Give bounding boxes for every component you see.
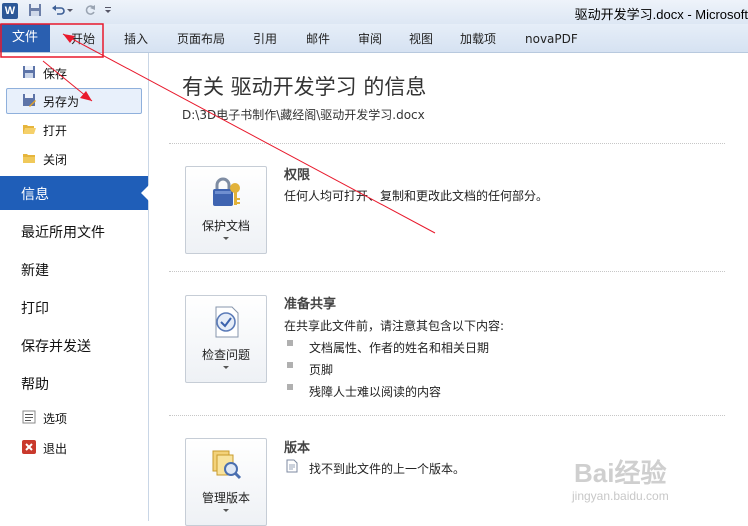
chevron-down-icon (223, 509, 229, 512)
nav-open[interactable]: 打开 (0, 118, 148, 142)
chevron-down-icon (223, 366, 229, 369)
tab-addins[interactable]: 加载项 (460, 30, 496, 48)
ribbon-tabs: 文件 开始 插入 页面布局 引用 邮件 审阅 视图 加载项 novaPDF (0, 24, 748, 53)
divider (169, 271, 725, 272)
bullet-icon (287, 362, 293, 368)
nav-open-label: 打开 (43, 124, 68, 138)
word-app-icon[interactable]: W (2, 3, 18, 19)
watermark-sub: jingyan.baidu.com (572, 489, 669, 503)
tab-home[interactable]: 开始 (71, 30, 95, 48)
redo-icon[interactable] (82, 3, 98, 19)
bullet-icon (287, 384, 293, 390)
document-history-icon (285, 459, 299, 473)
tab-mailings[interactable]: 邮件 (306, 30, 330, 48)
nav-options[interactable]: 选项 (0, 406, 148, 430)
save-as-icon (22, 93, 36, 107)
nav-options-label: 选项 (43, 412, 68, 426)
prepare-bullet: 文档属性、作者的姓名和相关日期 (309, 341, 490, 355)
nav-save[interactable]: 保存 (0, 61, 148, 85)
watermark-main: Bai经验 (574, 458, 667, 488)
permissions-title: 权限 (284, 168, 311, 183)
nav-new-label: 新建 (21, 263, 49, 279)
nav-save-as-label: 另存为 (43, 95, 80, 109)
nav-exit[interactable]: 退出 (0, 436, 148, 460)
nav-save-label: 保存 (43, 67, 68, 81)
nav-print[interactable]: 打印 (0, 290, 148, 324)
nav-print-label: 打印 (21, 301, 49, 317)
info-panel: 有关 驱动开发学习 的信息 D:\3D电子书制作\藏经阁\驱动开发学习.docx… (149, 53, 748, 526)
undo-dropdown-icon[interactable] (66, 3, 74, 19)
nav-close-label: 关闭 (43, 153, 68, 167)
versions-icon (208, 447, 244, 483)
lock-key-icon (208, 175, 244, 211)
prepare-bullet: 页脚 (309, 363, 334, 377)
baidu-jingyan-watermark: Bai经验 jingyan.baidu.com (562, 453, 738, 509)
nav-save-send[interactable]: 保存并发送 (0, 328, 148, 362)
nav-recent-label: 最近所用文件 (21, 225, 105, 241)
tab-insert[interactable]: 插入 (124, 30, 148, 48)
protect-document-label: 保护文档 (201, 219, 250, 233)
title-bar: W 驱动开发学习.docx - Microsoft (0, 0, 748, 24)
open-folder-icon (22, 122, 36, 136)
tab-novapdf[interactable]: novaPDF (525, 30, 578, 48)
undo-icon[interactable] (50, 3, 66, 19)
nav-exit-label: 退出 (43, 442, 68, 456)
window-title: 驱动开发学习.docx - Microsoft (574, 7, 748, 22)
tab-references[interactable]: 引用 (253, 30, 277, 48)
options-icon (22, 410, 36, 424)
nav-close[interactable]: 关闭 (0, 147, 148, 171)
save-icon[interactable] (27, 3, 43, 19)
nav-help[interactable]: 帮助 (0, 366, 148, 400)
exit-icon (22, 440, 36, 454)
permissions-description: 任何人均可打开、复制和更改此文档的任何部分。 (284, 189, 549, 203)
versions-title: 版本 (284, 441, 311, 456)
tab-file[interactable]: 文件 (0, 24, 50, 52)
close-folder-icon (22, 151, 36, 165)
nav-new[interactable]: 新建 (0, 252, 148, 286)
bullet-icon (287, 340, 293, 346)
manage-versions-label: 管理版本 (201, 491, 250, 505)
tab-review[interactable]: 审阅 (358, 30, 382, 48)
prepare-bullet: 残障人士难以阅读的内容 (309, 385, 442, 399)
document-path: D:\3D电子书制作\藏经阁\驱动开发学习.docx (182, 108, 425, 122)
chevron-down-icon (223, 237, 229, 240)
prepare-title: 准备共享 (284, 297, 337, 312)
page-title: 有关 驱动开发学习 的信息 (182, 75, 427, 99)
nav-save-as[interactable]: 另存为 (6, 88, 142, 114)
backstage-nav: 保存 另存为 打开 关闭 信息 最近所用文件 新建 打印 保存并发送 帮助 选项… (0, 53, 149, 521)
save-icon (22, 65, 36, 79)
customize-icon[interactable] (104, 3, 112, 19)
nav-recent[interactable]: 最近所用文件 (0, 214, 148, 248)
inspect-document-icon (208, 304, 244, 340)
divider (169, 143, 725, 144)
versions-description: 找不到此文件的上一个版本。 (309, 462, 466, 476)
divider (169, 415, 725, 416)
check-issues-label: 检查问题 (201, 348, 250, 362)
nav-save-send-label: 保存并发送 (21, 339, 91, 355)
nav-help-label: 帮助 (21, 377, 49, 393)
tab-view[interactable]: 视图 (409, 30, 433, 48)
tab-page-layout[interactable]: 页面布局 (177, 30, 225, 48)
protect-document-button[interactable]: 保护文档 (185, 166, 267, 254)
manage-versions-button[interactable]: 管理版本 (185, 438, 267, 526)
prepare-description: 在共享此文件前，请注意其包含以下内容: (284, 319, 505, 333)
check-issues-button[interactable]: 检查问题 (185, 295, 267, 383)
nav-info-label: 信息 (21, 187, 49, 203)
nav-info[interactable]: 信息 (0, 176, 149, 210)
